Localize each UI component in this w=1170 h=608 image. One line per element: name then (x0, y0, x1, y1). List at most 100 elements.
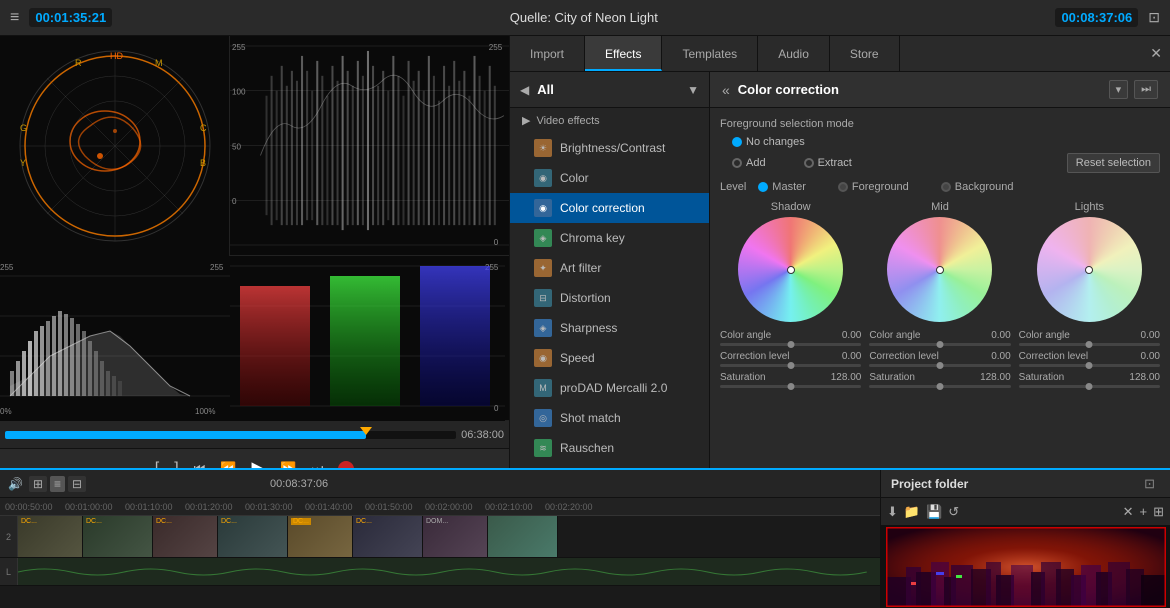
clip-3[interactable]: DC... (153, 516, 218, 557)
color-icon: ◉ (534, 169, 552, 187)
clip-7[interactable]: DOM... (423, 516, 488, 557)
svg-text:100: 100 (232, 88, 246, 97)
dropdown-arrow-icon[interactable]: ▼ (687, 83, 699, 97)
grid-view-icon[interactable]: ⊞ (1153, 504, 1164, 520)
add-option[interactable]: Add (732, 157, 766, 169)
effect-item-brightness[interactable]: ☀ Brightness/Contrast (510, 133, 709, 163)
lights-color-angle-slider[interactable] (1019, 343, 1160, 346)
mid-saturation-value: 128.00 (980, 372, 1011, 383)
effect-item-distortion[interactable]: ⊟ Distortion (510, 283, 709, 313)
back-button[interactable]: ◀ (520, 83, 529, 97)
add-icon[interactable]: + (1140, 504, 1148, 519)
foreground-label: Foreground (852, 181, 909, 193)
extract-radio[interactable] (804, 158, 814, 168)
hamburger-menu[interactable]: ≡ (10, 9, 19, 27)
audio-icon[interactable]: 🔊 (8, 477, 23, 491)
svg-text:HD: HD (110, 51, 123, 61)
shot-match-icon: ◎ (534, 409, 552, 427)
lights-angle-thumb (1086, 341, 1093, 348)
svg-text:0%: 0% (0, 407, 12, 416)
shadow-angle-thumb (787, 341, 794, 348)
mid-color-angle-slider[interactable] (869, 343, 1010, 346)
effect-item-speed[interactable]: ◉ Speed (510, 343, 709, 373)
master-dot[interactable] (758, 182, 768, 192)
maximize-icon[interactable]: ⊡ (1148, 9, 1160, 26)
clip-8[interactable] (488, 516, 558, 557)
progress-bar[interactable] (5, 431, 456, 439)
tab-audio[interactable]: Audio (758, 36, 830, 71)
timecode-left[interactable]: 00:01:35:21 (29, 8, 112, 27)
effect-label-shot-match: Shot match (560, 411, 621, 425)
clip-4[interactable]: DC... (218, 516, 288, 557)
effect-item-color-correction[interactable]: ◉ Color correction (510, 193, 709, 223)
effect-item-rauschen[interactable]: ≋ Rauschen (510, 433, 709, 463)
lights-saturation-slider[interactable] (1019, 385, 1160, 388)
shadow-saturation-thumb (787, 383, 794, 390)
effect-item-shot-match[interactable]: ◎ Shot match (510, 403, 709, 433)
folder-icon[interactable]: 📁 (904, 504, 920, 520)
shadow-color-angle-slider[interactable] (720, 343, 861, 346)
reset-selection-button[interactable]: Reset selection (1067, 153, 1160, 173)
effect-category-video[interactable]: ▶ Video effects (510, 108, 709, 133)
svg-text:C: C (200, 123, 207, 133)
mid-saturation-slider[interactable] (869, 385, 1010, 388)
mid-color-angle-label: Color angle (869, 330, 920, 341)
effects-title: All (537, 82, 554, 97)
tab-store[interactable]: Store (830, 36, 900, 71)
foreground-dot[interactable] (838, 182, 848, 192)
no-changes-row: No changes (732, 136, 1160, 148)
clip-5[interactable]: DC... (288, 516, 353, 557)
waveform-display: 255 100 50 0 255 0 (230, 36, 509, 255)
foreground-option[interactable]: Foreground (838, 181, 909, 193)
view-list-button[interactable]: ≡ (50, 476, 65, 492)
effect-item-mercalli[interactable]: M proDAD Mercalli 2.0 (510, 373, 709, 403)
panel-close-icon[interactable]: ✕ (1150, 45, 1162, 62)
effect-item-sharpness[interactable]: ◈ Sharpness (510, 313, 709, 343)
cc-skip-button[interactable]: ⏭ (1134, 80, 1158, 99)
close-icon[interactable]: ✕ (1123, 504, 1134, 520)
track-container: 2 DC... DC... DC... (0, 516, 880, 608)
background-dot[interactable] (941, 182, 951, 192)
shadow-color-wheel[interactable] (738, 217, 843, 322)
tab-import[interactable]: Import (510, 36, 585, 71)
lights-correction-value: 0.00 (1141, 351, 1160, 362)
lights-wheel-container: Lights (1019, 201, 1160, 322)
refresh-icon[interactable]: ↺ (948, 504, 959, 520)
lights-color-wheel[interactable] (1037, 217, 1142, 322)
effect-item-color[interactable]: ◉ Color (510, 163, 709, 193)
shadow-correction-value: 0.00 (842, 351, 861, 362)
project-toolbar: ⬇ 📁 💾 ↺ ✕ + ⊞ (881, 498, 1170, 526)
mid-color-angle-value: 0.00 (991, 330, 1010, 341)
shadow-correction-slider[interactable] (720, 364, 861, 367)
tab-templates[interactable]: Templates (662, 36, 758, 71)
clip-2[interactable]: DC... (83, 516, 153, 557)
view-grid-button[interactable]: ⊞ (29, 476, 47, 492)
clip-1[interactable]: DC... (18, 516, 83, 557)
effect-item-chroma[interactable]: ◈ Chroma key (510, 223, 709, 253)
effect-item-art[interactable]: ✦ Art filter (510, 253, 709, 283)
cc-back-icon[interactable]: « (722, 82, 730, 98)
add-label: Add (746, 157, 766, 169)
view-split-button[interactable]: ⊟ (68, 476, 86, 492)
project-folder-header: Project folder ⊡ (881, 470, 1170, 498)
clip-6[interactable]: DC... (353, 516, 423, 557)
no-changes-option[interactable]: No changes (732, 136, 805, 148)
mid-color-wheel[interactable] (887, 217, 992, 322)
cc-dropdown-button[interactable]: ▾ (1109, 80, 1129, 99)
chroma-icon: ◈ (534, 229, 552, 247)
background-option[interactable]: Background (941, 181, 1014, 193)
timecode-right[interactable]: 00:08:37:06 (1055, 8, 1138, 27)
extract-option[interactable]: Extract (804, 157, 852, 169)
track-clips-2: DC... DC... DC... DC... (18, 516, 880, 557)
mid-correction-slider[interactable] (869, 364, 1010, 367)
expand-icon[interactable]: ⊡ (1144, 476, 1155, 492)
no-changes-radio[interactable] (732, 137, 742, 147)
shadow-saturation-slider[interactable] (720, 385, 861, 388)
save-icon[interactable]: 💾 (926, 504, 942, 520)
add-radio[interactable] (732, 158, 742, 168)
master-option[interactable]: Master (758, 181, 806, 193)
effect-label-rauschen: Rauschen (560, 441, 614, 455)
download-icon[interactable]: ⬇ (887, 504, 898, 520)
lights-correction-slider[interactable] (1019, 364, 1160, 367)
tab-effects[interactable]: Effects (585, 36, 662, 71)
